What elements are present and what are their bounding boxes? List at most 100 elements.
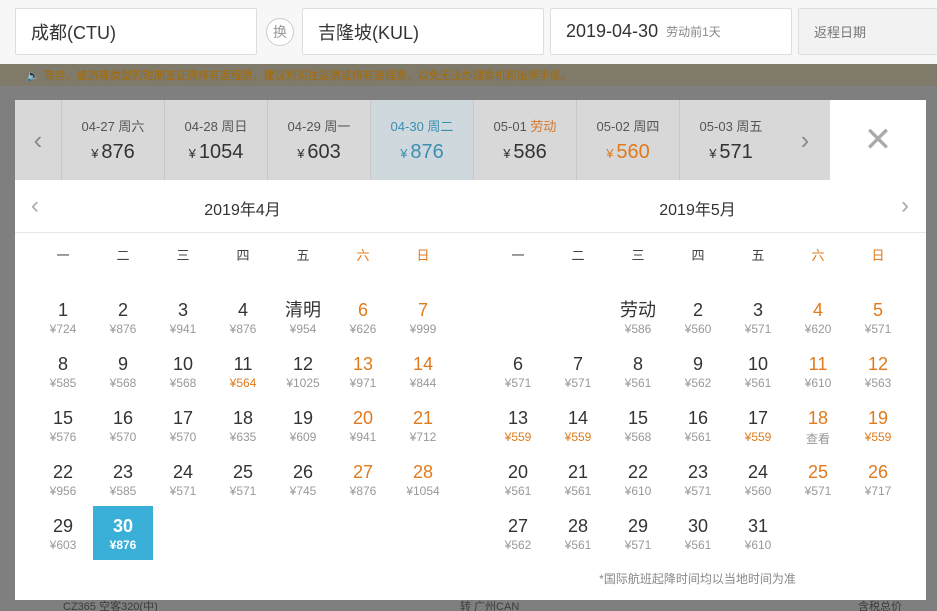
arrival-city-value: 吉隆坡(KUL): [318, 22, 420, 43]
calendar-day[interactable]: 26 ¥745: [273, 452, 333, 506]
calendar-day[interactable]: 22 ¥956: [33, 452, 93, 506]
calendar-day[interactable]: 19 ¥609: [273, 398, 333, 452]
calendar-day[interactable]: 25 ¥571: [788, 452, 848, 506]
currency-symbol: ¥: [91, 146, 99, 161]
calendar-day[interactable]: 26 ¥717: [848, 452, 908, 506]
calendar-day[interactable]: 6 ¥571: [488, 344, 548, 398]
strip-day[interactable]: 05-01 劳动 ¥586: [473, 100, 576, 180]
strip-day[interactable]: 04-27 周六 ¥876: [61, 100, 164, 180]
strip-next-button[interactable]: ›: [782, 100, 828, 180]
day-price: ¥576: [49, 430, 77, 444]
close-calendar-button[interactable]: ✕: [830, 100, 926, 180]
calendar-day[interactable]: 11 ¥610: [788, 344, 848, 398]
day-price: ¥571: [684, 484, 712, 498]
calendar-day[interactable]: 30 ¥561: [668, 506, 728, 560]
calendar-day[interactable]: 23 ¥585: [93, 452, 153, 506]
calendar-day[interactable]: 15 ¥576: [33, 398, 93, 452]
calendar-day[interactable]: 5 ¥571: [848, 290, 908, 344]
day-number: 2: [692, 300, 703, 320]
calendar-day[interactable]: 31 ¥610: [728, 506, 788, 560]
strip-day[interactable]: 04-29 周一 ¥603: [267, 100, 370, 180]
calendar-day[interactable]: 17 ¥559: [728, 398, 788, 452]
day-number: 7: [417, 300, 428, 320]
strip-day[interactable]: 05-02 周四 ¥560: [576, 100, 679, 180]
strip-prev-button[interactable]: ‹: [15, 100, 61, 180]
calendar-day[interactable]: 12 ¥563: [848, 344, 908, 398]
arrival-city-input[interactable]: 吉隆坡(KUL): [302, 8, 544, 55]
strip-day-selected[interactable]: 04-30 周二 ¥876: [370, 100, 473, 180]
strip-day[interactable]: 05-03 周五 ¥571: [679, 100, 782, 180]
day-price: ¥568: [624, 430, 652, 444]
calendar-day[interactable]: 27 ¥876: [333, 452, 393, 506]
day-number: 29: [52, 516, 74, 536]
calendar-day[interactable]: 13 ¥559: [488, 398, 548, 452]
day-price: ¥620: [804, 322, 832, 336]
calendar-day[interactable]: 3 ¥571: [728, 290, 788, 344]
strip-day[interactable]: 04-28 周日 ¥1054: [164, 100, 267, 180]
calendar-day[interactable]: 30 ¥876: [93, 506, 153, 560]
calendar-day[interactable]: 23 ¥571: [668, 452, 728, 506]
calendar-day[interactable]: 9 ¥568: [93, 344, 153, 398]
calendar-day[interactable]: 11 ¥564: [213, 344, 273, 398]
day-number: 18: [807, 408, 829, 428]
calendar-day[interactable]: 10 ¥568: [153, 344, 213, 398]
calendar-day[interactable]: 21 ¥712: [393, 398, 453, 452]
calendar-day[interactable]: 14 ¥844: [393, 344, 453, 398]
day-grid: 1 ¥724 2 ¥876 3 ¥941 4 ¥876 清明 ¥954 6 ¥626 7 ¥999 8 ¥58…: [33, 290, 453, 560]
calendar-day[interactable]: 29 ¥603: [33, 506, 93, 560]
strip-day-weekday: 周五: [736, 119, 763, 134]
departure-date-note: 劳动前1天: [666, 25, 721, 39]
day-number: 2: [117, 300, 128, 320]
day-price: ¥562: [684, 376, 712, 390]
departure-city-input[interactable]: 成都(CTU): [15, 8, 257, 55]
calendar-day[interactable]: 20 ¥941: [333, 398, 393, 452]
day-number: 3: [752, 300, 763, 320]
calendar-day[interactable]: 16 ¥570: [93, 398, 153, 452]
calendar-day[interactable]: 1 ¥724: [33, 290, 93, 344]
calendar-day[interactable]: 2 ¥560: [668, 290, 728, 344]
calendar-day[interactable]: 22 ¥610: [608, 452, 668, 506]
calendar-day[interactable]: 18 ¥635: [213, 398, 273, 452]
calendar-day[interactable]: 7 ¥999: [393, 290, 453, 344]
calendar-day[interactable]: 8 ¥561: [608, 344, 668, 398]
return-date-input[interactable]: 返程日期: [798, 8, 937, 55]
calendar-day[interactable]: 16 ¥561: [668, 398, 728, 452]
calendar-day[interactable]: 28 ¥561: [548, 506, 608, 560]
calendar-day[interactable]: 8 ¥585: [33, 344, 93, 398]
calendar-day[interactable]: 18 查看: [788, 398, 848, 452]
calendar-day[interactable]: 17 ¥570: [153, 398, 213, 452]
calendar-day[interactable]: 7 ¥571: [548, 344, 608, 398]
calendar-day[interactable]: 29 ¥571: [608, 506, 668, 560]
day-price: ¥610: [744, 538, 772, 552]
day-price: ¥561: [504, 484, 532, 498]
day-number: 19: [292, 408, 314, 428]
calendar-day[interactable]: 12 ¥1025: [273, 344, 333, 398]
calendar-day[interactable]: 24 ¥571: [153, 452, 213, 506]
month-title: 2019年4月: [204, 202, 281, 219]
calendar-day[interactable]: 清明 ¥954: [273, 290, 333, 344]
calendar-day[interactable]: 13 ¥971: [333, 344, 393, 398]
calendar-day[interactable]: 10 ¥561: [728, 344, 788, 398]
calendar-day[interactable]: 劳动 ¥586: [608, 290, 668, 344]
calendar-day[interactable]: 19 ¥559: [848, 398, 908, 452]
calendar-day[interactable]: 4 ¥620: [788, 290, 848, 344]
calendar-day[interactable]: 2 ¥876: [93, 290, 153, 344]
swap-cities-button[interactable]: 换: [266, 18, 294, 46]
calendar-day[interactable]: 25 ¥571: [213, 452, 273, 506]
day-price: ¥610: [804, 376, 832, 390]
calendar-day[interactable]: 27 ¥562: [488, 506, 548, 560]
calendar-day[interactable]: 20 ¥561: [488, 452, 548, 506]
calendar-day[interactable]: 24 ¥560: [728, 452, 788, 506]
calendar-day[interactable]: 21 ¥561: [548, 452, 608, 506]
departure-date-input[interactable]: 2019-04-30 劳动前1天: [550, 8, 792, 55]
day-price: ¥570: [109, 430, 137, 444]
weekday-label: 四: [691, 248, 705, 263]
calendar-day[interactable]: 3 ¥941: [153, 290, 213, 344]
calendar-day[interactable]: 4 ¥876: [213, 290, 273, 344]
close-icon: ✕: [863, 121, 893, 159]
calendar-day[interactable]: 15 ¥568: [608, 398, 668, 452]
calendar-day[interactable]: 14 ¥559: [548, 398, 608, 452]
calendar-day[interactable]: 28 ¥1054: [393, 452, 453, 506]
calendar-day[interactable]: 6 ¥626: [333, 290, 393, 344]
calendar-day[interactable]: 9 ¥562: [668, 344, 728, 398]
